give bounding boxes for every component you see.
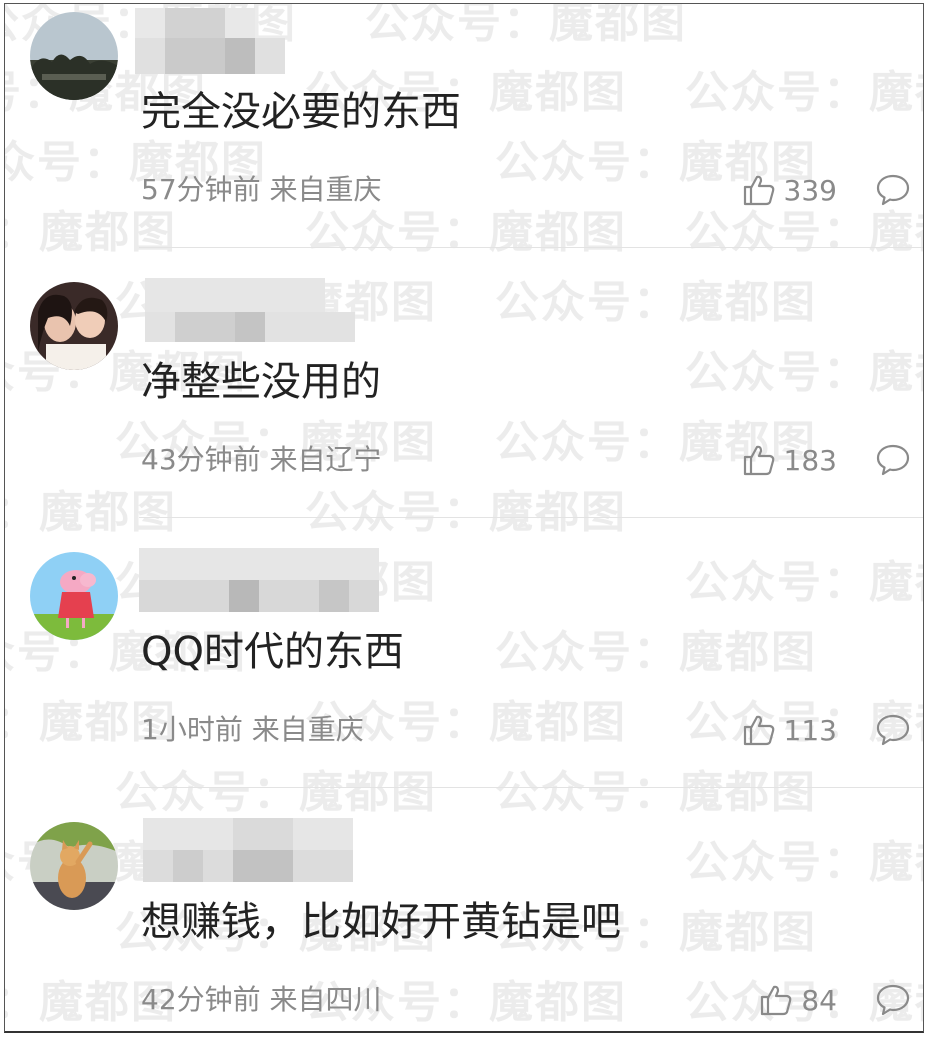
divider [139, 517, 923, 518]
thumbs-up-icon [761, 985, 792, 1016]
divider [139, 787, 923, 788]
avatar[interactable] [30, 282, 118, 370]
comment-meta: 42分钟前 来自四川 [141, 986, 382, 1014]
like-count: 183 [783, 443, 837, 477]
like-count: 113 [783, 713, 837, 747]
like-button[interactable]: 183 [742, 442, 837, 478]
thumbs-up-icon [743, 175, 774, 206]
cat-avatar-image [30, 822, 118, 910]
thumbs-up-icon [743, 445, 774, 476]
comment-meta: 57分钟前 来自重庆 [141, 176, 382, 204]
comment-meta: 43分钟前 来自辽宁 [141, 446, 382, 474]
comment-item: QQ时代的东西 1小时前 来自重庆 113 [5, 544, 923, 814]
like-count: 339 [783, 173, 837, 207]
comment-text: 完全没必要的东西 [141, 89, 461, 135]
comment-location: 来自辽宁 [269, 443, 382, 476]
reply-button[interactable] [875, 172, 911, 208]
like-button[interactable]: 339 [742, 172, 837, 208]
comment-time: 42分钟前 [141, 983, 261, 1016]
like-count: 84 [801, 983, 837, 1017]
reply-button[interactable] [875, 442, 911, 478]
comment-time: 43分钟前 [141, 443, 261, 476]
comment-text: QQ时代的东西 [141, 629, 404, 675]
reply-button[interactable] [875, 982, 911, 1018]
comment-text: 净整些没用的 [141, 359, 381, 405]
comment-time: 1小时前 [141, 713, 243, 746]
comment-meta: 1小时前 来自重庆 [141, 716, 364, 744]
divider [139, 247, 923, 248]
comment-bubble-icon [876, 174, 910, 206]
comment-text: 想赚钱，比如好开黄钻是吧 [141, 899, 621, 945]
comment-item: 想赚钱，比如好开黄钻是吧 42分钟前 来自四川 84 [5, 814, 923, 1031]
comment-location: 来自重庆 [251, 713, 364, 746]
like-button[interactable]: 84 [759, 982, 837, 1018]
comment-time: 57分钟前 [141, 173, 261, 206]
thumbs-up-icon [743, 715, 774, 746]
comment-item: 完全没必要的东西 57分钟前 来自重庆 339 [5, 4, 923, 274]
like-button[interactable]: 113 [742, 712, 837, 748]
comment-location: 来自四川 [269, 983, 382, 1016]
comment-location: 来自重庆 [269, 173, 382, 206]
reply-button[interactable] [875, 712, 911, 748]
comment-bubble-icon [876, 984, 910, 1016]
landscape-avatar-image [30, 12, 118, 100]
peppa-pig-avatar-image [30, 552, 118, 640]
comment-bubble-icon [876, 444, 910, 476]
avatar[interactable] [30, 552, 118, 640]
avatar[interactable] [30, 12, 118, 100]
comment-item: 净整些没用的 43分钟前 来自辽宁 183 [5, 274, 923, 544]
avatar[interactable] [30, 822, 118, 910]
comment-bubble-icon [876, 714, 910, 746]
couple-photo-avatar-image [30, 282, 118, 370]
comment-list-frame: 公众号：魔都图 公众号：魔都图 公众号：魔都图 公众号：魔都图 公众号：魔都图 … [4, 3, 924, 1033]
